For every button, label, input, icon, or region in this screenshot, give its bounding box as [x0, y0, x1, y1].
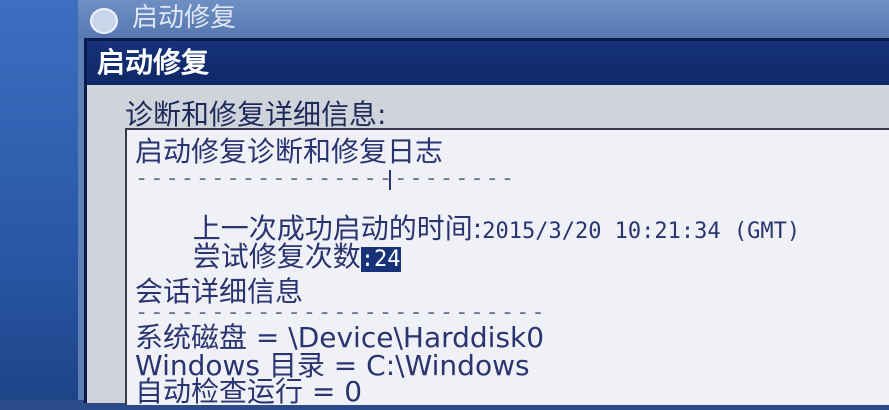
window-title-bar[interactable]: 启动修复 — [78, 0, 889, 38]
log-heading: 启动修复诊断和修复日志 — [135, 135, 444, 168]
shield-icon — [90, 8, 118, 34]
text-cursor — [389, 170, 391, 190]
window-title: 启动修复 — [132, 3, 237, 33]
repair-log-textbox[interactable]: 启动修复诊断和修复日志 ------------------------- 上一… — [125, 128, 889, 408]
dialog-title: 启动修复 — [97, 46, 210, 79]
startup-repair-dialog: 启动修复 诊断和修复详细信息: 启动修复诊断和修复日志 ------------… — [84, 38, 889, 408]
repair-attempts-value: :24 — [360, 247, 401, 272]
repair-attempts-label: 尝试修复次数 — [192, 240, 361, 273]
autocheck-line: 自动检查运行 = 0 — [135, 375, 363, 408]
desktop-background — [0, 0, 90, 400]
dialog-title-bar[interactable]: 启动修复 — [87, 41, 889, 85]
details-section-label: 诊断和修复详细信息: — [125, 98, 387, 131]
last-boot-value: 2015/3/20 10:21:34 (GMT) — [482, 219, 801, 244]
